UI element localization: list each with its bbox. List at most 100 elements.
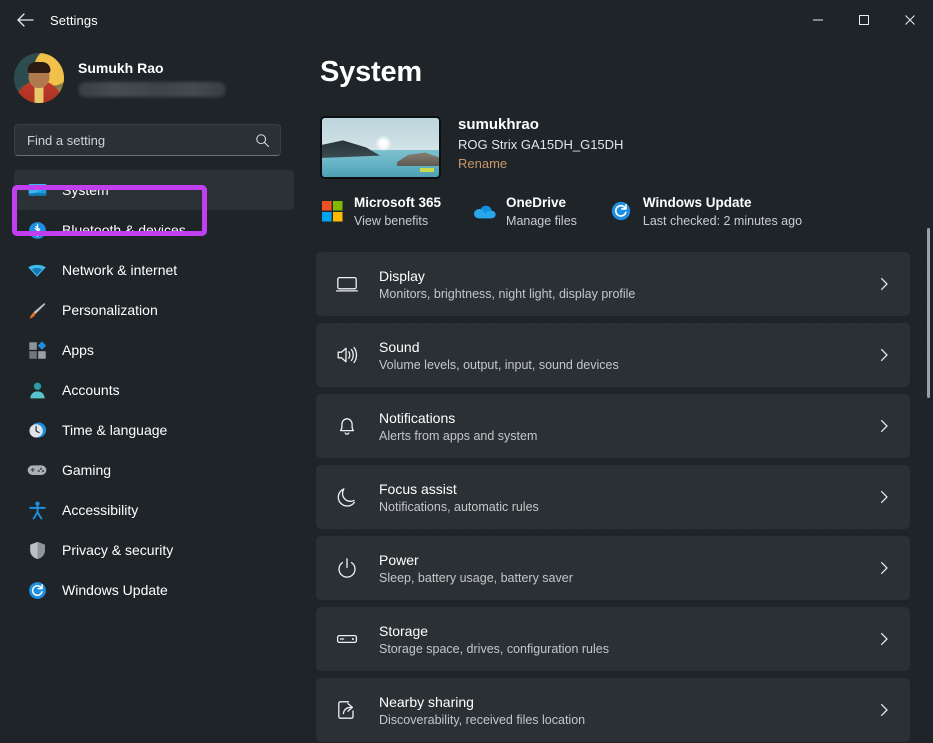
settings-row-subtitle: Monitors, brightness, night light, displ… bbox=[379, 286, 636, 301]
settings-row-focus-assist[interactable]: Focus assist Notifications, automatic ru… bbox=[316, 465, 910, 529]
monitor-outline-icon bbox=[332, 269, 362, 299]
quick-links: Microsoft 365 View benefits OneDrive Man… bbox=[320, 195, 933, 228]
settings-row-subtitle: Discoverability, received files location bbox=[379, 712, 586, 727]
moon-icon bbox=[332, 482, 362, 512]
account-name: Sumukh Rao bbox=[78, 59, 164, 76]
settings-row-subtitle: Notifications, automatic rules bbox=[379, 499, 539, 514]
settings-row-text: Notifications Alerts from apps and syste… bbox=[379, 410, 876, 443]
account-text: Sumukh Rao bbox=[78, 60, 226, 97]
back-button[interactable] bbox=[8, 5, 42, 35]
sidebar-item-windows-update[interactable]: Windows Update bbox=[14, 570, 294, 610]
sidebar-item-bluetooth-devices[interactable]: Bluetooth & devices bbox=[14, 210, 294, 250]
main-scrollbar-thumb[interactable] bbox=[927, 228, 930, 398]
power-icon bbox=[332, 553, 362, 583]
settings-list: Display Monitors, brightness, night ligh… bbox=[316, 252, 910, 742]
sidebar-item-label: Accounts bbox=[62, 382, 120, 398]
settings-row-subtitle: Sleep, battery usage, battery saver bbox=[379, 570, 573, 585]
quick-link-subtitle: View benefits bbox=[354, 214, 429, 228]
device-name: sumukhrao bbox=[458, 116, 539, 133]
quick-link-text: Microsoft 365 View benefits bbox=[354, 195, 441, 228]
sidebar-item-accessibility[interactable]: Accessibility bbox=[14, 490, 294, 530]
sidebar-item-personalization[interactable]: Personalization bbox=[14, 290, 294, 330]
settings-row-sound[interactable]: Sound Volume levels, output, input, soun… bbox=[316, 323, 910, 387]
sidebar-item-label: Privacy & security bbox=[62, 542, 174, 558]
rename-link[interactable]: Rename bbox=[458, 156, 507, 171]
speaker-icon bbox=[332, 340, 362, 370]
settings-row-title: Power bbox=[379, 551, 419, 568]
settings-row-storage[interactable]: Storage Storage space, drives, configura… bbox=[316, 607, 910, 671]
search-input[interactable] bbox=[27, 132, 255, 148]
account-summary[interactable]: Sumukh Rao bbox=[0, 40, 304, 103]
refresh-circle-icon bbox=[26, 579, 48, 601]
sidebar-item-network-internet[interactable]: Network & internet bbox=[14, 250, 294, 290]
chevron-right-icon bbox=[876, 632, 892, 646]
sidebar-item-label: Apps bbox=[62, 342, 94, 358]
desktop-wallpaper-thumbnail bbox=[320, 116, 441, 179]
quick-link-onedrive[interactable]: OneDrive Manage files bbox=[472, 195, 577, 228]
gamepad-icon bbox=[26, 459, 48, 481]
search-box[interactable] bbox=[14, 124, 281, 156]
close-button[interactable] bbox=[887, 0, 933, 40]
microsoft-logo-icon bbox=[320, 199, 344, 223]
sidebar-item-label: Bluetooth & devices bbox=[62, 222, 186, 238]
quick-link-title: OneDrive bbox=[506, 195, 567, 210]
settings-row-notifications[interactable]: Notifications Alerts from apps and syste… bbox=[316, 394, 910, 458]
device-model: ROG Strix GA15DH_G15DH bbox=[458, 137, 624, 152]
device-info: sumukhrao ROG Strix GA15DH_G15DH Rename bbox=[458, 116, 623, 173]
avatar bbox=[14, 53, 64, 103]
sidebar: Sumukh Rao System bbox=[0, 40, 304, 743]
quick-link-text: OneDrive Manage files bbox=[506, 195, 577, 228]
window-controls bbox=[795, 0, 933, 40]
quick-link-title: Windows Update bbox=[642, 195, 752, 210]
settings-row-title: Focus assist bbox=[379, 480, 457, 497]
settings-row-text: Power Sleep, battery usage, battery save… bbox=[379, 552, 876, 585]
bluetooth-icon bbox=[26, 219, 48, 241]
quick-link-microsoft-365[interactable]: Microsoft 365 View benefits bbox=[320, 195, 441, 228]
thumbnail-sun bbox=[375, 135, 391, 151]
chevron-right-icon bbox=[876, 490, 892, 504]
settings-row-title: Nearby sharing bbox=[379, 693, 474, 710]
quick-link-windows-update[interactable]: Windows Update Last checked: 2 minutes a… bbox=[609, 195, 802, 228]
settings-row-subtitle: Storage space, drives, configuration rul… bbox=[379, 641, 609, 656]
settings-row-title: Notifications bbox=[379, 409, 456, 426]
sidebar-item-label: Gaming bbox=[62, 462, 112, 478]
accessibility-person-icon bbox=[26, 499, 48, 521]
sidebar-item-apps[interactable]: Apps bbox=[14, 330, 294, 370]
sidebar-item-gaming[interactable]: Gaming bbox=[14, 450, 294, 490]
monitor-icon bbox=[26, 179, 48, 201]
sidebar-item-system[interactable]: System bbox=[14, 170, 294, 210]
window-title: Settings bbox=[50, 12, 98, 28]
back-arrow-icon bbox=[16, 13, 34, 27]
sidebar-item-accounts[interactable]: Accounts bbox=[14, 370, 294, 410]
main-content: System sumukhrao ROG Strix GA15DH_G15DH … bbox=[304, 40, 933, 743]
quick-link-title: Microsoft 365 bbox=[354, 195, 442, 210]
settings-row-nearby-sharing[interactable]: Nearby sharing Discoverability, received… bbox=[316, 678, 910, 742]
minimize-button[interactable] bbox=[795, 0, 841, 40]
settings-row-text: Nearby sharing Discoverability, received… bbox=[379, 694, 876, 727]
page-title: System bbox=[320, 56, 422, 88]
device-card: sumukhrao ROG Strix GA15DH_G15DH Rename bbox=[320, 116, 933, 179]
account-email-blurred bbox=[78, 81, 226, 97]
sidebar-item-time-language[interactable]: Time & language bbox=[14, 410, 294, 450]
sidebar-item-label: Accessibility bbox=[62, 502, 139, 518]
chevron-right-icon bbox=[876, 277, 892, 291]
settings-row-display[interactable]: Display Monitors, brightness, night ligh… bbox=[316, 252, 910, 316]
settings-row-title: Display bbox=[379, 267, 425, 284]
title-bar: Settings bbox=[0, 0, 933, 40]
settings-row-subtitle: Alerts from apps and system bbox=[379, 428, 538, 443]
settings-row-subtitle: Volume levels, output, input, sound devi… bbox=[379, 357, 619, 372]
sidebar-item-label: Personalization bbox=[62, 302, 158, 318]
clock-icon bbox=[26, 419, 48, 441]
drive-icon bbox=[332, 624, 362, 654]
settings-row-text: Display Monitors, brightness, night ligh… bbox=[379, 268, 876, 301]
maximize-button[interactable] bbox=[841, 0, 887, 40]
paintbrush-icon bbox=[26, 299, 48, 321]
sidebar-item-label: Network & internet bbox=[62, 262, 178, 278]
sidebar-item-privacy-security[interactable]: Privacy & security bbox=[14, 530, 294, 570]
shield-icon bbox=[26, 539, 48, 561]
quick-link-subtitle: Manage files bbox=[506, 214, 577, 228]
settings-row-power[interactable]: Power Sleep, battery usage, battery save… bbox=[316, 536, 910, 600]
onedrive-cloud-icon bbox=[472, 199, 496, 223]
quick-link-text: Windows Update Last checked: 2 minutes a… bbox=[643, 195, 802, 228]
apps-grid-icon bbox=[26, 339, 48, 361]
